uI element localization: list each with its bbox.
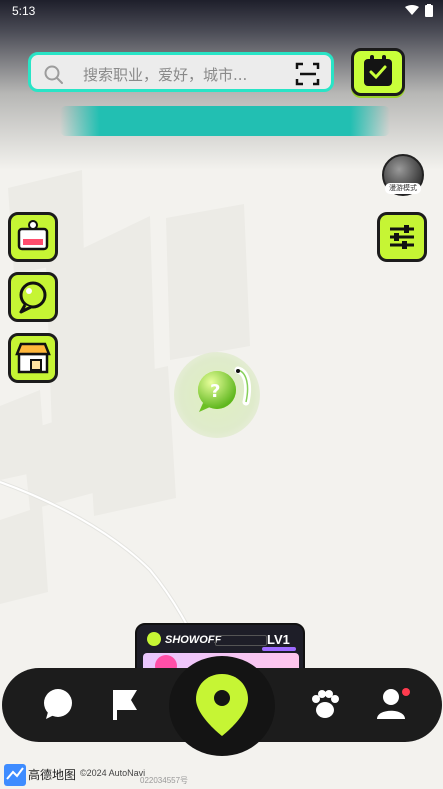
- chat-bubbles-button[interactable]: [8, 272, 58, 322]
- status-bar: 5:13: [0, 0, 443, 22]
- filter-button[interactable]: [377, 212, 427, 262]
- shop-icon: [15, 342, 51, 374]
- location-button[interactable]: [169, 656, 275, 756]
- question-bubble-marker[interactable]: ?: [190, 362, 260, 422]
- search-input[interactable]: 搜索职业，爱好，城市...: [28, 52, 334, 92]
- badge-icon: [147, 632, 161, 646]
- shop-button[interactable]: [8, 333, 58, 383]
- status-time: 5:13: [12, 4, 36, 18]
- card-username: SHOWOFF: [165, 634, 222, 646]
- announcement-banner[interactable]: [60, 106, 390, 136]
- map-license: 022034557号: [140, 776, 189, 785]
- profile-card-button[interactable]: [8, 212, 58, 262]
- paw-icon[interactable]: [307, 686, 343, 722]
- id-card-icon: [17, 220, 49, 251]
- svg-text:?: ?: [210, 381, 220, 402]
- daily-checkin-button[interactable]: [351, 48, 405, 96]
- notification-dot: [402, 688, 410, 696]
- chat-bubble-icon: [19, 281, 47, 314]
- flag-icon[interactable]: [107, 686, 143, 722]
- map-brand: 高德地图: [28, 768, 77, 782]
- card-xp-bar: [215, 635, 267, 646]
- card-level: LV1: [267, 632, 290, 647]
- status-icons: [405, 4, 433, 17]
- calendar-check-icon: [364, 55, 392, 86]
- sliders-icon: [390, 225, 414, 249]
- scan-icon[interactable]: [295, 61, 321, 87]
- message-icon[interactable]: [40, 686, 76, 722]
- card-level-bar: [262, 647, 296, 651]
- amap-logo: [4, 764, 26, 786]
- wifi-icon: [405, 5, 419, 15]
- battery-icon: [425, 4, 433, 17]
- search-placeholder: 搜索职业，爱好，城市...: [83, 66, 248, 84]
- location-pin-icon: [196, 674, 248, 736]
- map-copyright: ©2024 AutoNavi: [80, 768, 146, 778]
- search-icon: [44, 65, 63, 84]
- roam-mode-label: 漫游模式: [385, 183, 421, 194]
